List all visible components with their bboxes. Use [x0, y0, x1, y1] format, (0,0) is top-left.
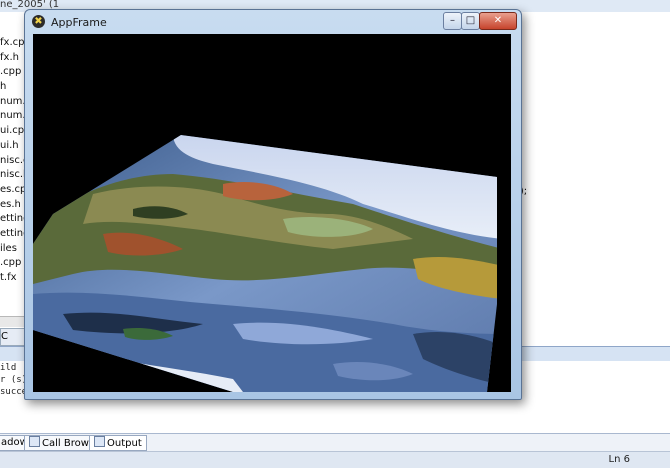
code-editor[interactable]: [518, 36, 670, 326]
minimize-button[interactable]: –: [443, 12, 462, 30]
maximize-button[interactable]: □: [461, 12, 480, 30]
call-browser-icon: [29, 436, 40, 447]
tab-output[interactable]: Output: [89, 435, 147, 451]
tab-label: Output: [107, 438, 142, 449]
window-title: AppFrame: [51, 16, 107, 29]
solution-tab-label: C: [1, 331, 8, 342]
output-icon: [94, 436, 105, 447]
render-viewport[interactable]: [33, 34, 511, 392]
horizontal-scrollbar[interactable]: [0, 316, 26, 327]
line-number-status: Ln 6: [608, 454, 630, 465]
bottom-tab-strip: adow Call Browser Output: [0, 433, 670, 451]
app-icon[interactable]: ✖: [32, 15, 45, 28]
water-surface-render: [33, 34, 511, 392]
close-button[interactable]: ✕: [479, 12, 517, 30]
status-bar: Ln 6: [0, 451, 670, 468]
appframe-window[interactable]: ✖ AppFrame – □ ✕: [24, 9, 522, 400]
